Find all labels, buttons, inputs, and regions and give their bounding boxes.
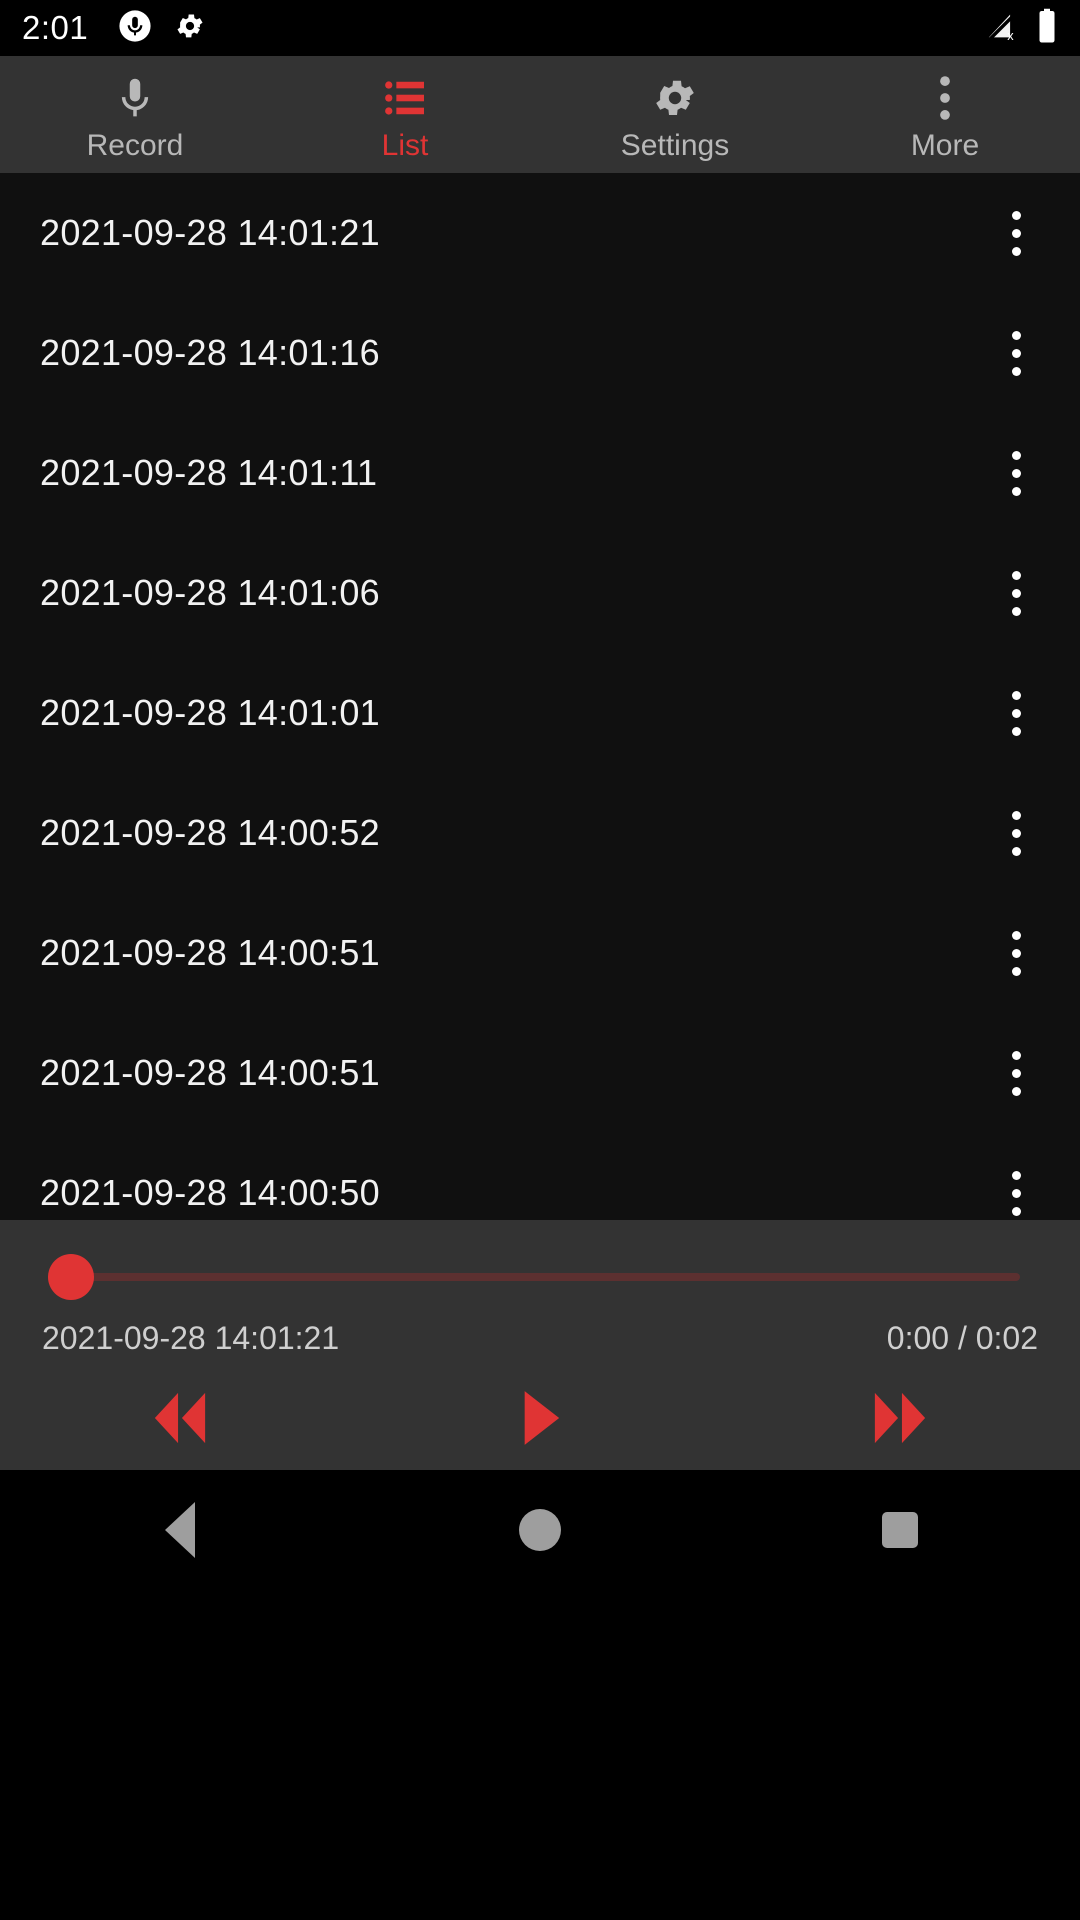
overflow-menu-icon[interactable] <box>988 1040 1044 1106</box>
transport-controls <box>0 1380 1080 1460</box>
recording-name: 2021-09-28 14:00:51 <box>40 1052 380 1093</box>
seek-track[interactable] <box>68 1273 1020 1281</box>
playback-time-label: 0:00 / 0:02 <box>886 1320 1038 1356</box>
status-bar-notification-icons <box>118 9 206 48</box>
overflow-menu-icon[interactable] <box>988 800 1044 866</box>
recents-button[interactable] <box>720 1512 1080 1548</box>
player-panel: 2021-09-28 14:01:21 0:00 / 0:02 <box>0 1220 1080 1470</box>
status-bar-system-icons: x <box>986 8 1058 49</box>
seek-thumb[interactable] <box>48 1254 94 1300</box>
recording-name: 2021-09-28 14:00:50 <box>40 1172 380 1213</box>
overflow-menu-icon[interactable] <box>988 560 1044 626</box>
status-bar-clock: 2:01 <box>22 9 89 46</box>
overflow-menu-icon[interactable] <box>988 320 1044 386</box>
more-vert-icon <box>935 75 955 121</box>
recording-name: 2021-09-28 14:01:01 <box>40 692 380 733</box>
gear-icon <box>651 75 699 121</box>
overflow-menu-icon[interactable] <box>988 680 1044 746</box>
list-item[interactable]: 2021-09-28 14:01:06 <box>0 533 1080 653</box>
microphone-recording-icon <box>118 9 152 48</box>
tab-settings-label: Settings <box>620 128 730 162</box>
list-item[interactable]: 2021-09-28 14:00:51 <box>0 1013 1080 1133</box>
recording-name: 2021-09-28 14:01:11 <box>40 452 378 493</box>
status-bar: 2:01 x <box>0 0 1080 56</box>
overflow-menu-icon[interactable] <box>988 200 1044 266</box>
now-playing-label: 2021-09-28 14:01:21 <box>42 1320 340 1356</box>
tab-record-label: Record <box>86 128 184 162</box>
tab-more[interactable]: More <box>810 56 1080 173</box>
svg-text:x: x <box>1007 28 1014 43</box>
rewind-icon <box>143 1389 217 1452</box>
list-item[interactable]: 2021-09-28 14:01:11 <box>0 413 1080 533</box>
fast-forward-icon <box>863 1389 937 1452</box>
recordings-list[interactable]: 2021-09-28 14:01:21 2021-09-28 14:01:16 … <box>0 173 1080 1220</box>
app-screen: 2:01 x Record List Settings More 2021-09… <box>0 0 1080 1920</box>
player-meta: 2021-09-28 14:01:21 0:00 / 0:02 <box>0 1320 1080 1357</box>
list-icon <box>384 75 426 121</box>
tab-list[interactable]: List <box>270 56 540 173</box>
overflow-menu-icon[interactable] <box>988 440 1044 506</box>
home-button[interactable] <box>360 1509 720 1551</box>
android-navigation-bar <box>0 1470 1080 1920</box>
seek-bar[interactable] <box>48 1246 1032 1306</box>
play-icon <box>517 1387 563 1454</box>
tab-record[interactable]: Record <box>0 56 270 173</box>
list-item[interactable]: 2021-09-28 14:00:52 <box>0 773 1080 893</box>
list-item[interactable]: 2021-09-28 14:01:01 <box>0 653 1080 773</box>
fast-forward-button[interactable] <box>720 1389 1080 1452</box>
recents-icon <box>882 1512 918 1548</box>
list-item[interactable]: 2021-09-28 14:01:16 <box>0 293 1080 413</box>
android-navigation-row <box>0 1470 1080 1590</box>
rewind-button[interactable] <box>0 1389 360 1452</box>
home-icon <box>519 1509 561 1551</box>
signal-off-icon: x <box>986 9 1020 48</box>
tab-settings[interactable]: Settings <box>540 56 810 173</box>
overflow-menu-icon[interactable] <box>988 1160 1044 1220</box>
play-button[interactable] <box>360 1387 720 1454</box>
tab-list-label: List <box>381 128 429 162</box>
recording-name: 2021-09-28 14:00:52 <box>40 812 380 853</box>
list-item[interactable]: 2021-09-28 14:00:50 <box>0 1133 1080 1220</box>
recording-name: 2021-09-28 14:01:21 <box>40 212 380 253</box>
overflow-menu-icon[interactable] <box>988 920 1044 986</box>
tab-more-label: More <box>910 128 980 162</box>
main-tab-bar: Record List Settings More <box>0 56 1080 173</box>
back-button[interactable] <box>0 1502 360 1558</box>
recording-name: 2021-09-28 14:00:51 <box>40 932 380 973</box>
gear-icon <box>174 10 206 47</box>
microphone-icon <box>114 75 156 121</box>
recording-name: 2021-09-28 14:01:16 <box>40 332 380 373</box>
list-item[interactable]: 2021-09-28 14:00:51 <box>0 893 1080 1013</box>
recording-name: 2021-09-28 14:01:06 <box>40 572 380 613</box>
list-item[interactable]: 2021-09-28 14:01:21 <box>0 173 1080 293</box>
back-icon <box>165 1502 195 1558</box>
battery-full-icon <box>1036 8 1058 49</box>
